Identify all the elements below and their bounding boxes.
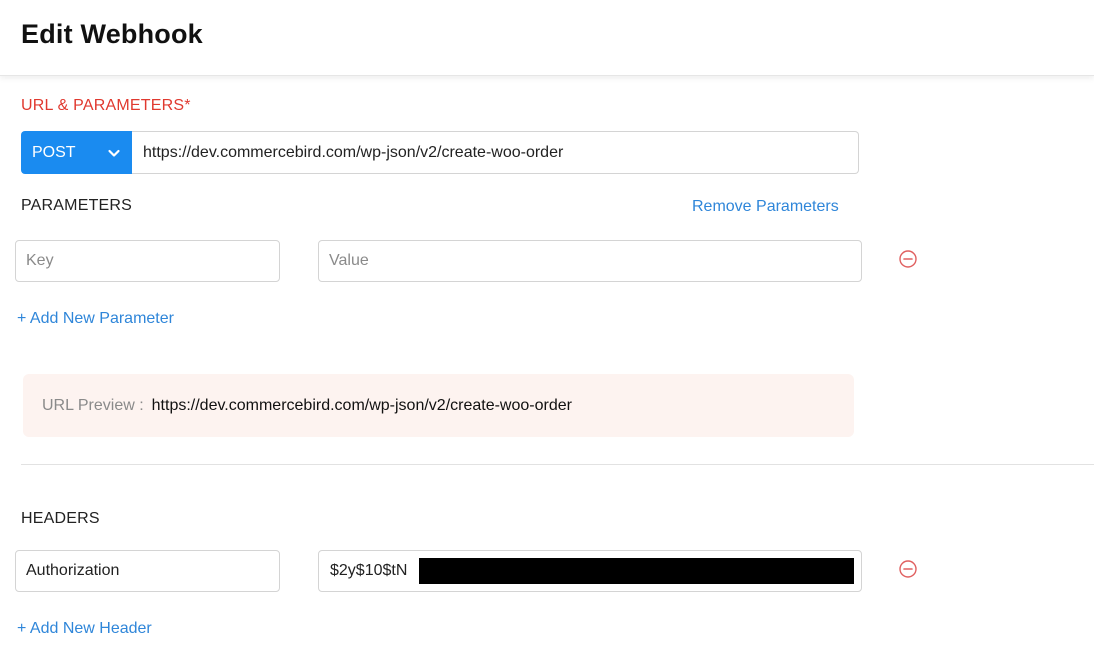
url-row: POST xyxy=(21,131,859,174)
url-preview-label: URL Preview : xyxy=(42,396,144,414)
url-parameters-label: URL & PARAMETERS* xyxy=(21,97,191,114)
url-preview-value: https://dev.commercebird.com/wp-json/v2/… xyxy=(151,396,572,414)
header-key-input[interactable] xyxy=(15,550,280,592)
headers-label: HEADERS xyxy=(21,510,100,527)
header-value-text: $2y$10$tN xyxy=(330,562,408,579)
parameters-label: PARAMETERS xyxy=(21,197,133,214)
header-value-input[interactable]: $2y$10$tN xyxy=(318,550,862,592)
section-divider xyxy=(21,464,1094,465)
remove-parameter-icon[interactable] xyxy=(899,250,917,268)
redaction-block xyxy=(419,558,854,584)
chevron-down-icon xyxy=(108,149,120,157)
remove-header-icon[interactable] xyxy=(899,560,917,578)
add-parameter-link[interactable]: + Add New Parameter xyxy=(17,310,174,328)
url-preview-box: URL Preview : https://dev.commercebird.c… xyxy=(23,374,854,437)
method-select[interactable]: POST xyxy=(21,131,132,174)
page-title: Edit Webhook xyxy=(21,19,203,49)
method-value: POST xyxy=(32,143,76,161)
url-input[interactable] xyxy=(132,131,859,174)
page-header: Edit Webhook xyxy=(0,0,1094,76)
parameter-key-input[interactable] xyxy=(15,240,280,282)
add-header-link[interactable]: + Add New Header xyxy=(17,620,152,638)
parameter-value-input[interactable] xyxy=(318,240,862,282)
remove-parameters-link[interactable]: Remove Parameters xyxy=(692,198,839,216)
